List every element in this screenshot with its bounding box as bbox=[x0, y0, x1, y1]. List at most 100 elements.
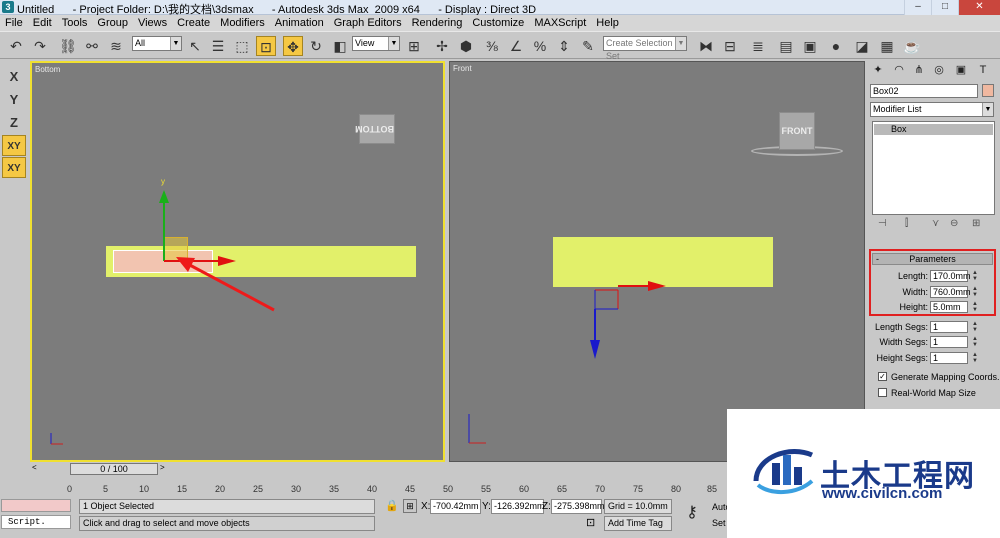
stack-item-box[interactable]: Box bbox=[874, 124, 993, 135]
time-slider[interactable]: 0 / 100 bbox=[70, 463, 158, 475]
z-axis-button[interactable]: Z bbox=[2, 112, 26, 133]
keyboard-shortcut-override-icon[interactable]: ⬢ bbox=[456, 36, 476, 56]
select-and-link-icon[interactable]: ⛓ bbox=[58, 36, 78, 56]
spinner-icon[interactable]: ▲ ▼ bbox=[971, 321, 979, 333]
edit-named-selection-icon[interactable]: ✎ bbox=[578, 36, 598, 56]
z-coord-field[interactable]: -275.398mm bbox=[551, 499, 605, 514]
track-bar[interactable]: 0 5 10 15 20 25 30 35 40 45 50 55 60 65 … bbox=[29, 476, 729, 496]
menu-group[interactable]: Group bbox=[92, 15, 133, 31]
utilities-tab-icon[interactable]: T bbox=[975, 62, 991, 78]
menu-views[interactable]: Views bbox=[133, 15, 172, 31]
close-button[interactable]: ✕ bbox=[958, 0, 1000, 15]
curve-editor-icon[interactable]: ▤ bbox=[776, 36, 796, 56]
xy-axis-button[interactable]: XY bbox=[2, 135, 26, 156]
modifier-stack[interactable]: Box bbox=[872, 121, 995, 215]
spinner-icon[interactable]: ▲ ▼ bbox=[971, 270, 979, 282]
menu-graph-editors[interactable]: Graph Editors bbox=[329, 15, 407, 31]
script-field[interactable]: Script. bbox=[1, 515, 71, 529]
pin-stack-icon[interactable]: ⊣ bbox=[878, 218, 887, 229]
xy-plane-toggle-button[interactable]: XY bbox=[2, 157, 26, 178]
named-selection-sets-dropdown[interactable]: Create Selection Set ▼ bbox=[603, 36, 687, 61]
material-editor-icon[interactable]: ● bbox=[826, 36, 846, 56]
spinner-icon[interactable]: ▲ ▼ bbox=[971, 352, 979, 364]
menu-maxscript[interactable]: MAXScript bbox=[529, 15, 591, 31]
time-tag-icon[interactable]: ⊡ bbox=[586, 516, 595, 529]
object-color-swatch[interactable] bbox=[982, 84, 994, 97]
front-viewport[interactable]: Front FRONT bbox=[449, 61, 865, 462]
align-icon[interactable]: ⊟ bbox=[720, 36, 740, 56]
height-field[interactable]: 5.0mm bbox=[930, 301, 968, 313]
lock-selection-icon[interactable]: 🔒 bbox=[385, 499, 399, 512]
menu-tools[interactable]: Tools bbox=[57, 15, 93, 31]
select-by-name-icon[interactable]: ☰ bbox=[208, 36, 228, 56]
maxscript-listener-mini[interactable] bbox=[1, 499, 71, 512]
bottom-viewport[interactable]: Bottom BOTTOM y bbox=[30, 61, 445, 462]
menu-edit[interactable]: Edit bbox=[28, 15, 57, 31]
render-production-icon[interactable]: ☕ bbox=[902, 36, 922, 56]
move-gizmo-arrows[interactable] bbox=[450, 62, 864, 461]
schematic-view-icon[interactable]: ▣ bbox=[800, 36, 820, 56]
render-setup-icon[interactable]: ◪ bbox=[852, 36, 872, 56]
height-segs-field[interactable]: 1 bbox=[930, 352, 968, 364]
configure-modifier-sets-icon[interactable]: ⊞ bbox=[972, 218, 980, 229]
checkbox-mark[interactable] bbox=[878, 388, 887, 397]
generate-mapping-coords-checkbox[interactable]: ✓ Generate Mapping Coords. bbox=[878, 371, 1000, 383]
redo-icon[interactable]: ↷ bbox=[30, 36, 50, 56]
checkbox-mark[interactable]: ✓ bbox=[878, 372, 887, 381]
select-and-move-icon[interactable]: ✥ bbox=[283, 36, 303, 56]
mirror-icon[interactable]: ⧓ bbox=[696, 36, 716, 56]
length-segs-field[interactable]: 1 bbox=[930, 321, 968, 333]
move-gizmo-arrows[interactable] bbox=[32, 63, 443, 460]
selection-filter-dropdown[interactable]: All ▼ bbox=[132, 36, 182, 51]
angle-snap-icon[interactable]: ∠ bbox=[506, 36, 526, 56]
layer-manager-icon[interactable]: ≣ bbox=[748, 36, 768, 56]
next-frame-icon[interactable]: > bbox=[160, 463, 165, 472]
spinner-icon[interactable]: ▲ ▼ bbox=[971, 301, 979, 313]
select-and-rotate-icon[interactable]: ↻ bbox=[306, 36, 326, 56]
menu-customize[interactable]: Customize bbox=[467, 15, 529, 31]
rectangular-selection-icon[interactable]: ⬚ bbox=[232, 36, 252, 56]
snaps-toggle-icon[interactable]: ⅜ bbox=[482, 36, 502, 56]
select-and-manipulate-icon[interactable]: ✢ bbox=[432, 36, 452, 56]
menu-create[interactable]: Create bbox=[172, 15, 215, 31]
menu-modifiers[interactable]: Modifiers bbox=[215, 15, 270, 31]
set-key-icon[interactable]: ⚷ bbox=[679, 501, 705, 525]
menu-animation[interactable]: Animation bbox=[270, 15, 329, 31]
create-tab-icon[interactable]: ✦ bbox=[870, 62, 886, 78]
show-end-result-icon[interactable]: ⫿ bbox=[905, 218, 908, 229]
width-field[interactable]: 760.0mm bbox=[930, 286, 971, 298]
width-segs-field[interactable]: 1 bbox=[930, 336, 968, 348]
object-name-field[interactable]: Box02 bbox=[870, 84, 978, 98]
maximize-button[interactable]: □ bbox=[931, 0, 958, 15]
display-tab-icon[interactable]: ▣ bbox=[953, 62, 969, 78]
select-object-icon[interactable]: ↖ bbox=[185, 36, 205, 56]
length-field[interactable]: 170.0mm bbox=[930, 270, 971, 282]
real-world-map-size-checkbox[interactable]: Real-World Map Size bbox=[878, 387, 998, 399]
menu-rendering[interactable]: Rendering bbox=[407, 15, 468, 31]
absolute-mode-icon[interactable]: ⊞ bbox=[403, 499, 417, 513]
modify-tab-icon[interactable]: ◠ bbox=[891, 62, 907, 78]
rendered-frame-window-icon[interactable]: ▦ bbox=[877, 36, 897, 56]
modifier-list-dropdown[interactable]: Modifier List ▼ bbox=[870, 102, 994, 117]
menu-help[interactable]: Help bbox=[591, 15, 624, 31]
undo-icon[interactable]: ↶ bbox=[6, 36, 26, 56]
spinner-icon[interactable]: ▲ ▼ bbox=[971, 286, 979, 298]
remove-modifier-icon[interactable]: ⊖ bbox=[950, 218, 958, 229]
spinner-icon[interactable]: ▲ ▼ bbox=[971, 336, 979, 348]
make-unique-icon[interactable]: ⋎ bbox=[932, 218, 939, 229]
spinner-snap-icon[interactable]: ⇕ bbox=[554, 36, 574, 56]
prev-frame-icon[interactable]: < bbox=[32, 463, 37, 472]
app-icon[interactable]: 3 bbox=[2, 1, 14, 13]
select-and-scale-icon[interactable]: ◧ bbox=[330, 36, 350, 56]
window-crossing-icon[interactable]: ⊡ bbox=[256, 36, 276, 56]
add-time-tag-button[interactable]: Add Time Tag bbox=[604, 516, 672, 531]
menu-file[interactable]: File bbox=[0, 15, 28, 31]
reference-coord-dropdown[interactable]: View ▼ bbox=[352, 36, 400, 51]
pivot-center-icon[interactable]: ⊞ bbox=[404, 36, 424, 56]
percent-snap-icon[interactable]: % bbox=[530, 36, 550, 56]
motion-tab-icon[interactable]: ◎ bbox=[931, 62, 947, 78]
y-coord-field[interactable]: -126.392mm bbox=[491, 499, 545, 514]
minimize-button[interactable]: – bbox=[904, 0, 931, 15]
x-axis-button[interactable]: X bbox=[2, 66, 26, 87]
y-axis-button[interactable]: Y bbox=[2, 89, 26, 110]
